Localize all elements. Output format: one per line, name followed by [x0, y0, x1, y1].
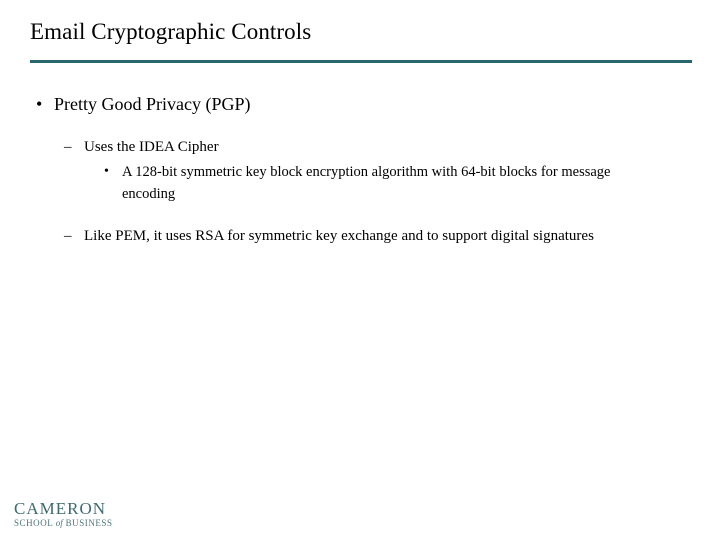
logo-subtitle-business: BUSINESS	[65, 518, 113, 528]
bullet-dot-small-icon: •	[104, 164, 109, 179]
cameron-school-of-business-logo: CAMERON SCHOOL of BUSINESS	[14, 500, 134, 529]
slide-body: • Pretty Good Privacy (PGP) – Uses the I…	[0, 92, 720, 247]
logo-name-text: CAMERON	[14, 499, 107, 518]
page-title: Email Cryptographic Controls	[30, 19, 312, 44]
bullet-dash-icon: –	[64, 139, 72, 155]
bullet-dash-icon: –	[64, 228, 72, 244]
bullet-dot-icon: •	[36, 94, 43, 114]
bullet-level3-text: A 128-bit symmetric key block encryption…	[122, 164, 611, 202]
bullet-level2-text: Uses the IDEA Cipher	[84, 139, 219, 155]
bullet-level2-item: – Uses the IDEA Cipher	[64, 136, 720, 158]
logo-subtitle-text: SCHOOL of BUSINESS	[14, 518, 134, 529]
bullet-level2-item: – Like PEM, it uses RSA for symmetric ke…	[64, 225, 720, 247]
title-block: Email Cryptographic Controls	[30, 18, 692, 46]
bullet-level2-text: Like PEM, it uses RSA for symmetric key …	[84, 228, 594, 244]
title-underline-rule	[30, 60, 692, 63]
logo-subtitle-school: SCHOOL	[14, 518, 53, 528]
logo-subtitle-of: of	[55, 518, 63, 528]
bullet-level3-item: • A 128-bit symmetric key block encrypti…	[104, 161, 720, 205]
bullet-level1-text: Pretty Good Privacy (PGP)	[54, 94, 251, 114]
bullet-level1-item: • Pretty Good Privacy (PGP)	[33, 92, 720, 116]
slide-canvas: Email Cryptographic Controls • Pretty Go…	[0, 0, 720, 540]
